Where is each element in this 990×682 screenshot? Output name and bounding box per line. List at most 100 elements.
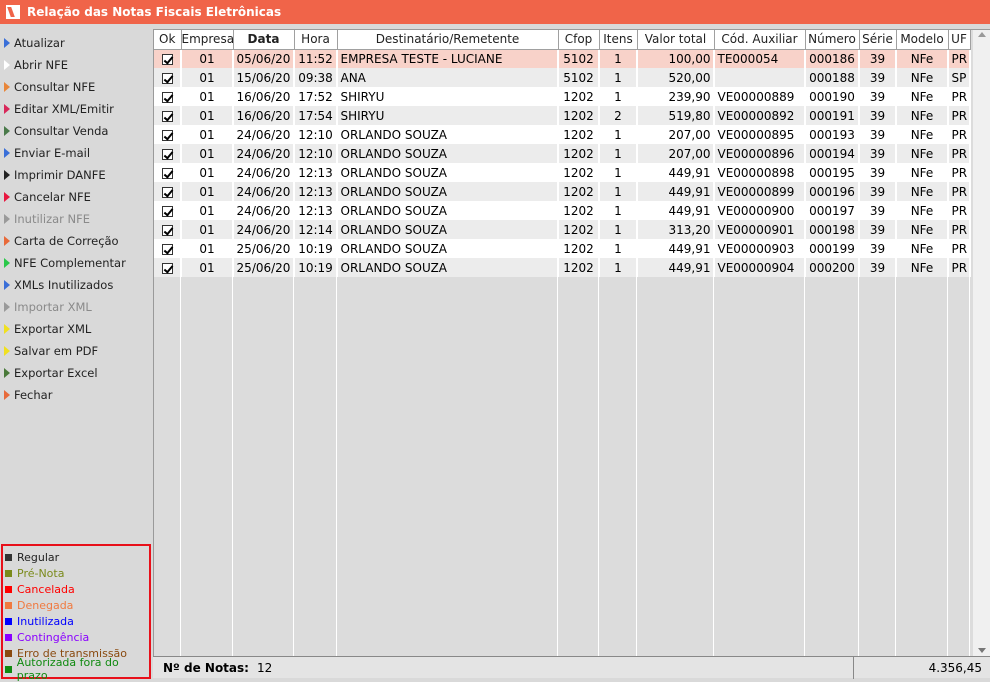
table-row[interactable]: 01 24/06/20 12:14 ORLANDO SOUZA 1202 1 313,20 V… — [154, 220, 971, 239]
table-cell: 449,91 — [637, 201, 715, 220]
menu-nfe-complementar[interactable]: NFE Complementar — [0, 252, 150, 274]
table-cell: 24/06/20 — [233, 125, 295, 144]
table-cell: 39 — [859, 49, 897, 68]
menu-exportar-xml[interactable]: Exportar XML — [0, 318, 150, 340]
arrow-icon — [4, 236, 10, 246]
menu-consultar-nfe[interactable]: Consultar NFE — [0, 76, 150, 98]
table-cell: ORLANDO SOUZA — [337, 163, 559, 182]
table-row[interactable]: 01 24/06/20 12:10 ORLANDO SOUZA 1202 1 207,00 V… — [154, 144, 971, 163]
menu-carta-de-correcao[interactable]: Carta de Correção — [0, 230, 150, 252]
table-cell: 12:10 — [294, 144, 338, 163]
column-header[interactable]: Hora — [294, 30, 338, 50]
vertical-scrollbar[interactable] — [972, 30, 990, 657]
arrow-icon — [4, 368, 10, 378]
menu-exportar-excel[interactable]: Exportar Excel — [0, 362, 150, 384]
table-cell: 1 — [599, 68, 638, 87]
column-header[interactable]: Ok — [154, 30, 182, 50]
ok-checkbox[interactable] — [161, 167, 173, 179]
column-header[interactable]: Número — [805, 30, 860, 50]
menu-atualizar[interactable]: Atualizar — [0, 32, 150, 54]
menu-consultar-venda[interactable]: Consultar Venda — [0, 120, 150, 142]
table-cell: 39 — [859, 201, 897, 220]
column-header[interactable]: UF — [948, 30, 971, 50]
menu-abrir-nfe[interactable]: Abrir NFE — [0, 54, 150, 76]
table-cell — [714, 68, 806, 87]
menu-imprimir-danfe[interactable]: Imprimir DANFE — [0, 164, 150, 186]
menu-editar-xml-emitir[interactable]: Editar XML/Emitir — [0, 98, 150, 120]
ok-checkbox[interactable] — [161, 110, 173, 122]
menu-label: Enviar E-mail — [14, 146, 91, 160]
ok-cell[interactable] — [154, 201, 182, 220]
ok-cell[interactable] — [154, 163, 182, 182]
table-cell: 520,00 — [637, 68, 715, 87]
table-cell: 000196 — [805, 182, 860, 201]
ok-checkbox[interactable] — [161, 186, 173, 198]
ok-checkbox[interactable] — [161, 53, 173, 65]
ok-cell[interactable] — [154, 125, 182, 144]
ok-checkbox[interactable] — [161, 224, 173, 236]
column-header[interactable]: Modelo — [896, 30, 949, 50]
ok-checkbox[interactable] — [161, 205, 173, 217]
menu-label: Consultar Venda — [14, 124, 109, 138]
table-row[interactable]: 01 24/06/20 12:13 ORLANDO SOUZA 1202 1 449,91 V… — [154, 201, 971, 220]
table-cell: ANA — [337, 68, 559, 87]
table-cell: 39 — [859, 239, 897, 258]
table-row[interactable]: 01 25/06/20 10:19 ORLANDO SOUZA 1202 1 449,91 V… — [154, 239, 971, 258]
scroll-up-icon[interactable] — [978, 32, 986, 37]
column-header[interactable]: Cód. Auxiliar — [714, 30, 806, 50]
table-cell: 1202 — [558, 220, 600, 239]
ok-checkbox[interactable] — [161, 91, 173, 103]
column-header[interactable]: Itens — [599, 30, 638, 50]
table-row[interactable]: 01 16/06/20 17:54 SHIRYU 1202 2 519,80 VE000008… — [154, 106, 971, 125]
table-cell: 01 — [181, 87, 234, 106]
ok-cell[interactable] — [154, 106, 182, 125]
ok-cell[interactable] — [154, 68, 182, 87]
ok-cell[interactable] — [154, 87, 182, 106]
total-value: 4.356,45 — [928, 660, 982, 675]
table-row[interactable]: 01 15/06/20 09:38 ANA 5102 1 520,00 000188 39 NFe… — [154, 68, 971, 87]
table-cell: 17:54 — [294, 106, 338, 125]
table-row[interactable]: 01 05/06/20 11:52 EMPRESA TESTE - LUCIANE 51… — [154, 49, 971, 68]
ok-cell[interactable] — [154, 182, 182, 201]
menu-cancelar-nfe[interactable]: Cancelar NFE — [0, 186, 150, 208]
menu-importar-xml[interactable]: Importar XML — [0, 296, 150, 318]
table-cell: VE00000889 — [714, 87, 806, 106]
column-header[interactable]: Destinatário/Remetente — [337, 30, 559, 50]
table-row[interactable]: 01 24/06/20 12:13 ORLANDO SOUZA 1202 1 449,91 V… — [154, 182, 971, 201]
menu-enviar-email[interactable]: Enviar E-mail — [0, 142, 150, 164]
column-header[interactable]: Série — [859, 30, 897, 50]
table-cell: 10:19 — [294, 239, 338, 258]
ok-checkbox[interactable] — [161, 262, 173, 274]
column-header[interactable]: Cfop — [558, 30, 600, 50]
table-cell: PR — [948, 182, 971, 201]
ok-cell[interactable] — [154, 49, 182, 68]
menu-salvar-em-pdf[interactable]: Salvar em PDF — [0, 340, 150, 362]
table-cell: VE00000900 — [714, 201, 806, 220]
menu-label: Abrir NFE — [14, 58, 68, 72]
ok-checkbox[interactable] — [161, 148, 173, 160]
ok-cell[interactable] — [154, 220, 182, 239]
column-header[interactable]: Empresa — [181, 30, 234, 50]
action-menu: Atualizar Abrir NFE Consultar NFE Editar XM… — [0, 32, 150, 406]
table-row[interactable]: 01 24/06/20 12:13 ORLANDO SOUZA 1202 1 449,91 V… — [154, 163, 971, 182]
table-cell: NFe — [896, 68, 949, 87]
ok-checkbox[interactable] — [161, 129, 173, 141]
ok-cell[interactable] — [154, 144, 182, 163]
table-cell: 1202 — [558, 163, 600, 182]
table-row[interactable]: 01 25/06/20 10:19 ORLANDO SOUZA 1202 1 449,91 V… — [154, 258, 971, 277]
menu-fechar[interactable]: Fechar — [0, 384, 150, 406]
table-cell: PR — [948, 125, 971, 144]
table-cell: 39 — [859, 258, 897, 277]
ok-cell[interactable] — [154, 258, 182, 277]
column-header[interactable]: Data — [233, 30, 295, 50]
app-logo-icon — [6, 5, 20, 19]
table-row[interactable]: 01 16/06/20 17:52 SHIRYU 1202 1 239,90 VE000008… — [154, 87, 971, 106]
table-row[interactable]: 01 24/06/20 12:10 ORLANDO SOUZA 1202 1 207,00 V… — [154, 125, 971, 144]
menu-inutilizar-nfe[interactable]: Inutilizar NFE — [0, 208, 150, 230]
scroll-down-icon[interactable] — [978, 648, 986, 653]
column-header[interactable]: Valor total — [637, 30, 715, 50]
ok-checkbox[interactable] — [161, 243, 173, 255]
ok-checkbox[interactable] — [161, 72, 173, 84]
ok-cell[interactable] — [154, 239, 182, 258]
menu-xmls-inutilizados[interactable]: XMLs Inutilizados — [0, 274, 150, 296]
